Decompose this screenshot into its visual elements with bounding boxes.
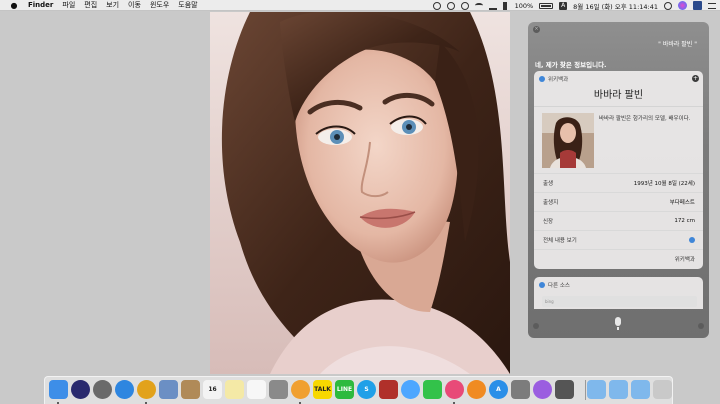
safari-compass-icon[interactable] xyxy=(689,237,695,243)
contacts-icon[interactable] xyxy=(181,380,200,399)
view-full-content-row[interactable]: 전체 내용 보기 xyxy=(534,230,703,249)
microphone-icon[interactable] xyxy=(615,317,621,330)
wikipedia-card[interactable]: 위키백과 + 바바라 팔빈 바바라 팔빈은 헝가리의 모델, 배우이다. 출생 … xyxy=(534,71,703,269)
photo-booth-icon[interactable] xyxy=(379,380,398,399)
siri-icon[interactable] xyxy=(71,380,90,399)
finder-icon[interactable] xyxy=(49,380,68,399)
downloads-folder-icon[interactable] xyxy=(631,380,650,399)
preview-icon[interactable] xyxy=(159,380,178,399)
siri-query-text: " 바바라 팔빈 " xyxy=(658,41,697,48)
apple-menu-icon[interactable]: ● xyxy=(10,1,18,10)
card-thumbnail[interactable] xyxy=(542,113,594,168)
siri-close-icon[interactable]: × xyxy=(533,26,540,33)
activity-monitor-icon[interactable] xyxy=(555,380,574,399)
notes-icon[interactable] xyxy=(225,380,244,399)
documents-folder-icon[interactable] xyxy=(609,380,628,399)
other-source-header: 다른 소스 xyxy=(539,281,570,289)
bing-result[interactable]: bing xyxy=(542,296,697,307)
portrait-photo xyxy=(210,12,510,374)
menu-clock[interactable]: 8월 16일 (화) 오후 11:14:41 xyxy=(573,1,658,11)
fact-row-height: 신장 172 cm xyxy=(534,211,703,230)
siri-answer-text: 네, 제가 찾은 정보입니다. xyxy=(535,61,607,69)
menu-help[interactable]: 도움말 xyxy=(178,0,197,10)
fact-row-birthplace: 출생지 부다페스트 xyxy=(534,192,703,211)
wifi-icon[interactable] xyxy=(474,3,483,8)
siri-menu-icon[interactable] xyxy=(678,1,687,10)
time-machine-icon[interactable] xyxy=(432,1,441,10)
user-icon[interactable] xyxy=(693,1,702,10)
skype-icon[interactable]: S xyxy=(357,380,376,399)
menu-view[interactable]: 보기 xyxy=(106,0,119,10)
status-area: 100% A 8월 16일 (화) 오후 11:14:41 xyxy=(432,0,716,11)
line-icon[interactable]: LINE xyxy=(335,380,354,399)
menu-edit[interactable]: 편집 xyxy=(84,0,97,10)
battery-percentage: 100% xyxy=(514,1,534,10)
card-description: 바바라 팔빈은 헝가리의 모델, 배우이다. xyxy=(599,116,691,122)
siri-panel: × " 바바라 팔빈 " 네, 제가 찾은 정보입니다. 위키백과 + 바바라 … xyxy=(528,22,709,338)
trash-icon[interactable] xyxy=(653,380,672,399)
safari-compass-icon xyxy=(539,76,545,82)
keynote-icon[interactable] xyxy=(269,380,288,399)
menu-go[interactable]: 이동 xyxy=(128,0,141,10)
calendar-icon[interactable]: 16 xyxy=(203,380,222,399)
siri-right-control-icon[interactable] xyxy=(698,323,704,329)
messages-icon[interactable] xyxy=(401,380,420,399)
app-store-icon[interactable]: A xyxy=(489,380,508,399)
card-source: 위키백과 xyxy=(539,75,568,83)
card-footer[interactable]: 위키백과 xyxy=(534,249,703,268)
menu-file[interactable]: 파일 xyxy=(62,0,75,10)
other-source-label: 다른 소스 xyxy=(548,283,570,289)
kakaotalk-icon[interactable]: TALK xyxy=(313,380,332,399)
menu-app-finder[interactable]: Finder xyxy=(28,1,53,9)
other-sources-card[interactable]: 다른 소스 bing xyxy=(534,277,703,309)
menu-bar: ● Finder 파일 편집 보기 이동 윈도우 도움말 100% A 8월 1… xyxy=(0,0,720,11)
airplay-icon[interactable] xyxy=(488,2,497,10)
volume-icon[interactable] xyxy=(502,1,509,10)
spotlight-icon[interactable] xyxy=(664,1,672,10)
fact-value: 172 cm xyxy=(674,218,695,224)
input-source-icon[interactable]: A xyxy=(559,1,568,10)
fact-label: 출생지 xyxy=(543,200,559,206)
applications-folder-icon[interactable] xyxy=(587,380,606,399)
siri-left-control-icon[interactable] xyxy=(533,323,539,329)
do-not-disturb-icon[interactable] xyxy=(446,1,455,10)
fact-row-birth: 출생 1993년 10월 8일 (22세) xyxy=(534,173,703,192)
portrait-illustration xyxy=(210,12,510,374)
dock: 16 TALK LINE S A xyxy=(44,376,673,404)
fact-label: 출생 xyxy=(543,181,554,187)
fact-label: 신장 xyxy=(543,219,554,225)
podcasts-icon[interactable] xyxy=(533,380,552,399)
menu-window[interactable]: 윈도우 xyxy=(150,0,169,10)
safari-icon[interactable] xyxy=(115,380,134,399)
add-to-notification-center-icon[interactable]: + xyxy=(692,75,699,82)
reminders-icon[interactable] xyxy=(247,380,266,399)
ibooks-icon[interactable] xyxy=(467,380,486,399)
launchpad-icon[interactable] xyxy=(93,380,112,399)
sync-icon[interactable] xyxy=(460,1,469,10)
itunes-icon[interactable] xyxy=(445,380,464,399)
notification-center-icon[interactable] xyxy=(708,2,716,9)
battery-icon[interactable] xyxy=(539,2,554,9)
facetime-icon[interactable] xyxy=(423,380,442,399)
fact-value: 부다페스트 xyxy=(669,200,695,206)
photos-icon[interactable] xyxy=(291,380,310,399)
fact-value: 1993년 10월 8일 (22세) xyxy=(633,181,695,187)
view-full-content-label[interactable]: 전체 내용 보기 xyxy=(543,236,577,244)
safari-compass-icon xyxy=(539,282,545,288)
system-preferences-icon[interactable] xyxy=(511,380,530,399)
chrome-icon[interactable] xyxy=(137,380,156,399)
thumbnail-illustration xyxy=(542,113,594,168)
dock-separator xyxy=(585,380,586,400)
card-source-label: 위키백과 xyxy=(548,77,569,83)
card-footer-label[interactable]: 위키백과 xyxy=(675,255,695,263)
card-title: 바바라 팔빈 xyxy=(534,86,703,107)
